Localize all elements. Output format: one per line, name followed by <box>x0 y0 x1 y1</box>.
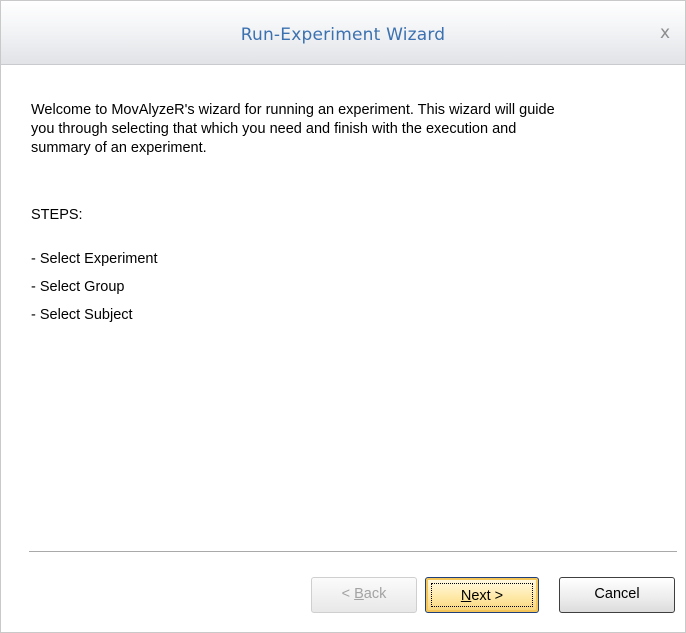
wizard-dialog: Run-Experiment Wizard x Welcome to MovAl… <box>0 0 686 633</box>
next-label-rest: ext > <box>471 588 504 604</box>
step-item: - Select Group <box>31 279 125 295</box>
next-button[interactable]: Next > <box>425 577 539 613</box>
window-title: Run-Experiment Wizard <box>240 25 446 45</box>
back-button[interactable]: < Back <box>311 577 417 613</box>
cancel-button[interactable]: Cancel <box>559 577 675 613</box>
step-item: - Select Experiment <box>31 251 158 267</box>
steps-heading: STEPS: <box>31 207 83 223</box>
next-mnemonic: N <box>460 588 472 604</box>
divider <box>29 551 677 553</box>
intro-text: Welcome to MovAlyzeR's wizard for runnin… <box>31 102 555 156</box>
steps-list: - Select Experiment - Select Group - Sel… <box>31 250 158 334</box>
back-mnemonic: B <box>354 586 364 602</box>
back-prefix: < <box>341 586 355 602</box>
title-bar[interactable]: Run-Experiment Wizard x <box>1 1 685 65</box>
close-icon[interactable]: x <box>655 23 675 43</box>
focus-ring: Next > <box>431 583 533 607</box>
step-item: - Select Subject <box>31 307 133 323</box>
back-label-rest: ack <box>363 586 387 602</box>
